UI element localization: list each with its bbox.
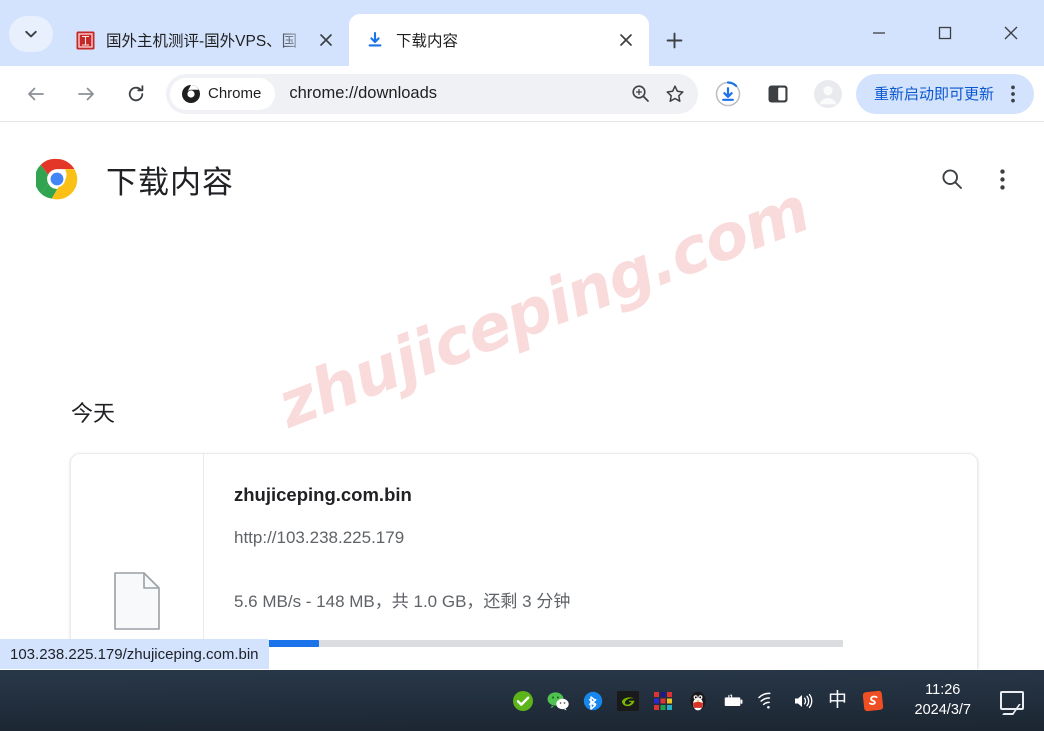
download-progress-icon[interactable] [710,76,746,112]
status-bubble: 103.238.225.179/zhujiceping.com.bin [0,639,269,669]
tab-strip: 国外主机测评-国外VPS、国 下载内容 [0,0,1044,66]
arrow-right-icon[interactable] [68,76,104,112]
window-controls [846,0,1044,66]
downloads-page: 下载内容 zhujiceping.com 今天 zhujiceping.com.… [0,122,1044,669]
qq-penguin-icon[interactable] [687,690,709,712]
file-name: zhujiceping.com.bin [234,484,412,505]
clock-time: 11:26 [925,681,961,698]
taskbar: 中 11:26 2024/3/7 [0,670,1044,731]
ime-chinese-icon[interactable]: 中 [827,690,849,712]
tab-title: 下载内容 [396,33,459,50]
file-source-url: http://103.238.225.179 [234,528,405,547]
restart-to-update-button[interactable]: 重新启动即可更新 [855,73,1034,114]
bluetooth-icon[interactable] [582,690,604,712]
minimize-button[interactable] [846,0,912,66]
volume-icon[interactable] [792,690,814,712]
nvidia-icon[interactable] [616,690,639,712]
wechat-icon[interactable] [547,690,569,712]
arrow-left-icon[interactable] [18,76,54,112]
ime-label: 中 [828,690,848,711]
tab-guowai-zhuji[interactable]: 国外主机测评-国外VPS、国 [59,14,349,66]
tab-title: 国外主机测评-国外VPS、国 [106,33,298,50]
notification-bubble-icon[interactable] [1000,691,1024,710]
download-item-card[interactable]: zhujiceping.com.bin http://103.238.225.1… [70,453,978,669]
tab-downloads[interactable]: 下载内容 [349,14,649,66]
chrome-chip[interactable]: Chrome [170,77,276,110]
close-window-button[interactable] [978,0,1044,66]
three-dot-menu-icon[interactable] [1000,79,1026,109]
download-icon [365,30,385,50]
chevron-down-icon[interactable] [9,16,53,52]
battery-icon[interactable] [722,690,744,712]
url-text: chrome://downloads [289,84,438,102]
address-bar[interactable]: Chrome chrome://downloads [166,73,698,114]
page-title: 下载内容 [106,164,234,200]
desktop-background: 中 11:26 2024/3/7 国外主机测评-国外VPS、国 下载内容 Chr… [0,0,1044,731]
file-icon-column [71,454,204,669]
clock-date: 2024/3/7 [914,701,971,718]
close-icon[interactable] [613,27,639,53]
reload-icon[interactable] [118,76,154,112]
avatar-icon[interactable] [810,76,846,112]
chrome-mono-icon [182,84,200,103]
site-watermark: zhujiceping.com [268,172,819,443]
downloads-page-header: 下载内容 [0,122,1044,208]
zoom-in-icon[interactable] [624,77,658,111]
color-grid-icon[interactable] [652,690,674,712]
wifi-icon[interactable] [757,690,779,712]
date-heading: 今天 [71,401,116,426]
download-details: zhujiceping.com.bin http://103.238.225.1… [204,454,977,669]
generic-file-icon [114,572,160,635]
close-icon[interactable] [313,27,339,53]
sogou-icon[interactable] [862,690,884,712]
new-tab-button[interactable] [657,23,691,57]
system-tray: 中 11:26 2024/3/7 [512,681,1044,720]
red-seal-favicon [75,30,95,50]
download-status-text: 5.6 MB/s - 148 MB，共 1.0 GB，还剩 3 分钟 [234,592,571,611]
chrome-chip-label: Chrome [208,85,262,102]
taskbar-clock[interactable]: 11:26 2024/3/7 [915,681,971,720]
chrome-browser-window: 国外主机测评-国外VPS、国 下载内容 Chrome chrome://down… [0,0,1044,670]
star-icon[interactable] [658,77,692,111]
progress-bar [234,640,843,647]
side-panel-icon[interactable] [760,76,796,112]
three-dot-menu-icon[interactable] [982,159,1022,199]
browser-toolbar: Chrome chrome://downloads 重新启动即可更新 [0,66,1044,122]
search-icon[interactable] [932,159,972,199]
green-check-icon[interactable] [512,690,534,712]
maximize-button[interactable] [912,0,978,66]
chrome-color-logo [34,158,78,200]
update-label: 重新启动即可更新 [873,86,994,103]
